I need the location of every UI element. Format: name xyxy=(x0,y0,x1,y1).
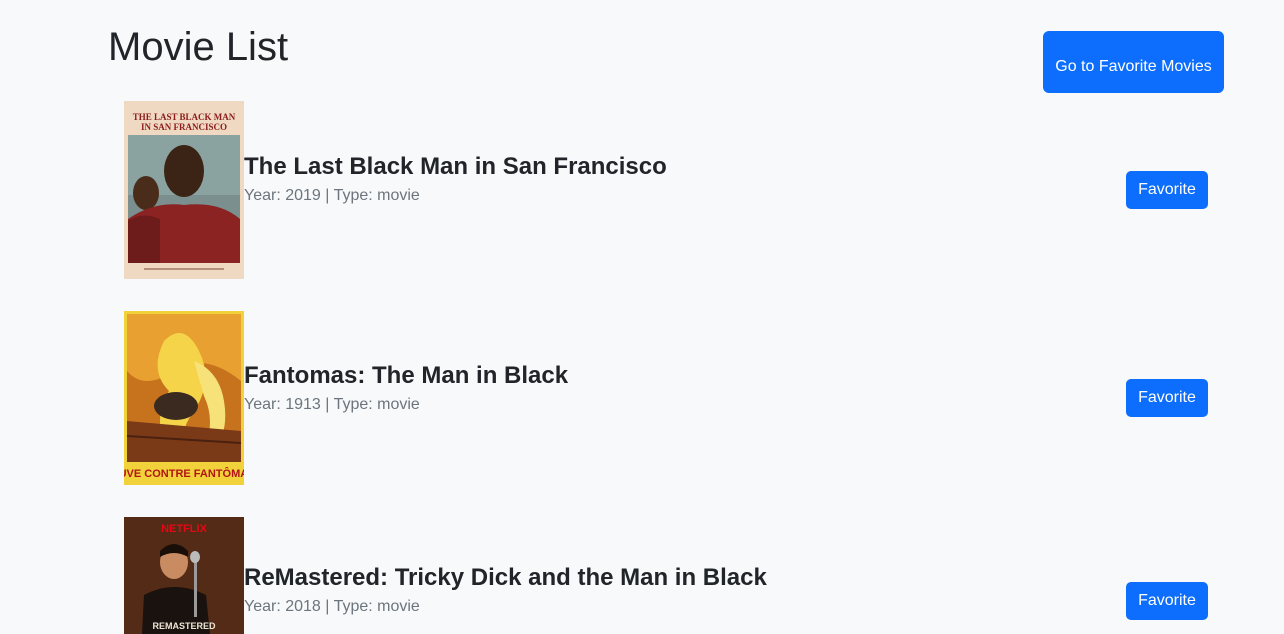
favorite-button[interactable]: Favorite xyxy=(1126,171,1208,209)
movie-meta: Year: 2019 | Type: movie xyxy=(244,187,420,204)
movie-poster[interactable]: JUVE CONTRE FANTÔMAS xyxy=(124,311,244,485)
movie-list-item: NETFLIX REMASTERED ReMastered: Tricky Di… xyxy=(124,517,1224,634)
poster-title-line: THE LAST BLACK MAN xyxy=(133,112,236,122)
movie-meta: Year: 2018 | Type: movie xyxy=(244,598,420,615)
poster-title-line: IN SAN FRANCISCO xyxy=(141,122,227,132)
favorite-button[interactable]: Favorite xyxy=(1126,582,1208,620)
page-title: Movie List xyxy=(108,25,289,69)
movie-title[interactable]: The Last Black Man in San Francisco xyxy=(244,152,667,182)
poster-title-line: JUVE CONTRE FANTÔMAS xyxy=(124,467,244,480)
poster-netflix-logo: NETFLIX xyxy=(161,523,207,535)
page: Movie List Go to Favorite Movies THE LAS… xyxy=(0,0,1284,634)
movie-info: Fantomas: The Man in Black Year: 1913 | … xyxy=(244,361,568,415)
movie-poster[interactable]: THE LAST BLACK MAN IN SAN FRANCISCO xyxy=(124,101,244,279)
poster-title-line: REMASTERED xyxy=(152,621,216,631)
movie-info: The Last Black Man in San Francisco Year… xyxy=(244,152,667,206)
movie-list-item: JUVE CONTRE FANTÔMAS Fantomas: The Man i… xyxy=(124,311,1224,485)
movie-meta: Year: 1913 | Type: movie xyxy=(244,396,420,413)
favorite-button[interactable]: Favorite xyxy=(1126,379,1208,417)
movie-title[interactable]: Fantomas: The Man in Black xyxy=(244,361,568,391)
movie-poster[interactable]: NETFLIX REMASTERED xyxy=(124,517,244,634)
go-to-favorites-button[interactable]: Go to Favorite Movies xyxy=(1043,31,1224,93)
movie-list-item: THE LAST BLACK MAN IN SAN FRANCISCO The … xyxy=(124,101,1224,279)
movie-info: ReMastered: Tricky Dick and the Man in B… xyxy=(244,563,767,617)
movie-title[interactable]: ReMastered: Tricky Dick and the Man in B… xyxy=(244,563,767,593)
